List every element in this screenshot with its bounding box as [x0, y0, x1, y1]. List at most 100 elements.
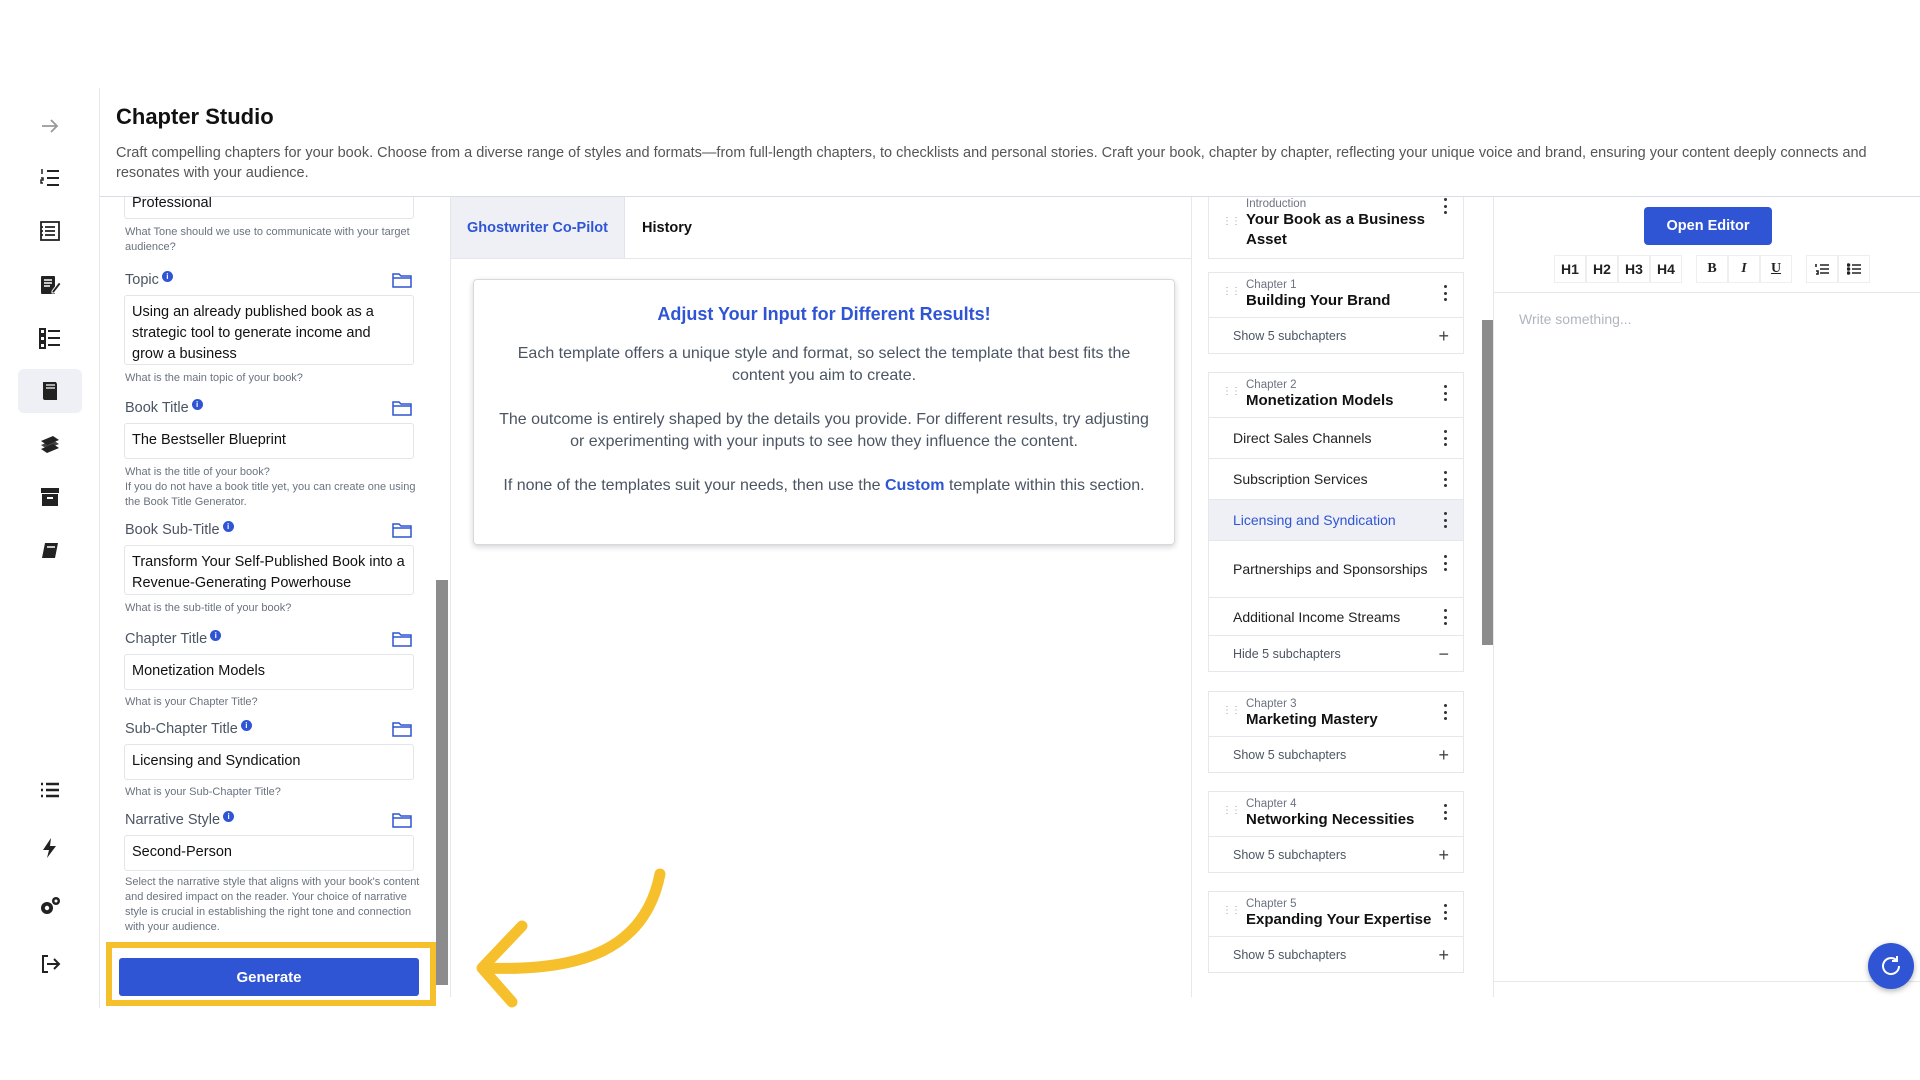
archive-icon[interactable] [18, 475, 82, 519]
more-options-icon[interactable] [1444, 285, 1448, 301]
book-open-icon[interactable] [18, 369, 82, 413]
icon-rail [0, 88, 100, 1008]
drag-handle-icon[interactable]: ⋮⋮ [1222, 217, 1241, 227]
heading1-button[interactable]: H1 [1554, 255, 1586, 283]
drag-handle-icon[interactable]: ⋮⋮ [1222, 387, 1241, 397]
folder-icon[interactable] [392, 721, 412, 737]
folder-icon[interactable] [392, 631, 412, 647]
lightning-icon[interactable] [18, 826, 82, 870]
chapter-title: Building Your Brand [1246, 292, 1391, 309]
info-icon[interactable]: i [191, 398, 203, 410]
folder-icon[interactable] [392, 272, 412, 288]
outline-chapter-4[interactable]: ⋮⋮ Chapter 4 Networking Necessities Show… [1208, 791, 1464, 873]
more-options-icon[interactable] [1444, 198, 1448, 214]
subchapter-item[interactable]: Direct Sales Channels [1209, 417, 1463, 458]
heading4-button[interactable]: H4 [1650, 255, 1682, 283]
chapter-title: Your Book as a Business Asset [1246, 211, 1425, 248]
chapter-title: Marketing Mastery [1246, 711, 1378, 728]
numbered-list-icon[interactable] [18, 156, 82, 200]
drag-handle-icon[interactable]: ⋮⋮ [1222, 906, 1241, 916]
drag-handle-icon[interactable]: ⋮⋮ [1222, 806, 1241, 816]
book-subtitle-label: Book Sub-Title i [125, 520, 234, 538]
editor-panel: Open Editor H1 H2 H3 H4 B I U Write some… [1493, 197, 1920, 997]
underline-button[interactable]: U [1760, 255, 1792, 283]
open-editor-button[interactable]: Open Editor [1644, 207, 1772, 245]
italic-button[interactable]: I [1728, 255, 1760, 283]
outline-chapter-1[interactable]: ⋮⋮ Chapter 1 Building Your Brand Show 5 … [1208, 272, 1464, 354]
folder-icon[interactable] [392, 812, 412, 828]
settings-icon[interactable] [18, 884, 82, 928]
info-card: Adjust Your Input for Different Results!… [473, 279, 1175, 545]
plus-icon: + [1438, 326, 1449, 346]
topic-hint: What is the main topic of your book? [125, 372, 303, 384]
minus-icon: − [1438, 644, 1449, 664]
page-title: Chapter Studio [116, 104, 274, 129]
editor-textarea[interactable]: Write something... [1494, 292, 1920, 982]
chapter-title: Expanding Your Expertise [1246, 911, 1432, 928]
outline-chapter-introduction[interactable]: ⋮⋮ Introduction Your Book as a Business … [1208, 197, 1464, 259]
bullet-list-icon[interactable] [1838, 255, 1870, 283]
books-stack-icon[interactable] [18, 422, 82, 466]
info-icon[interactable]: i [161, 270, 173, 282]
edit-document-icon[interactable] [18, 263, 82, 307]
show-subchapters-toggle[interactable]: Show 5 subchapters + [1209, 936, 1463, 972]
chapter-form: Professional What Tone should we use to … [100, 197, 440, 997]
outline-chapter-2[interactable]: ⋮⋮ Chapter 2 Monetization Models Direct … [1208, 372, 1464, 672]
tab-history[interactable]: History [626, 197, 708, 258]
subchapter-item[interactable]: Subscription Services [1209, 458, 1463, 499]
form-scrollbar[interactable] [436, 580, 448, 985]
chapter-title-field[interactable]: Monetization Models [124, 654, 414, 690]
document-list-icon[interactable] [18, 209, 82, 253]
outline-chapter-5[interactable]: ⋮⋮ Chapter 5 Expanding Your Expertise Sh… [1208, 891, 1464, 973]
tone-field[interactable]: Professional [124, 197, 414, 219]
more-options-icon[interactable] [1444, 904, 1448, 920]
heading2-button[interactable]: H2 [1586, 255, 1618, 283]
tab-ghostwriter-copilot[interactable]: Ghostwriter Co-Pilot [451, 197, 625, 258]
info-icon[interactable]: i [210, 629, 222, 641]
narrative-style-hint: Select the narrative style that aligns w… [125, 876, 420, 933]
subchapter-title-field[interactable]: Licensing and Syndication [124, 744, 414, 780]
topic-label: Topic i [125, 270, 173, 288]
info-icon[interactable]: i [240, 719, 252, 731]
chat-launcher-button[interactable] [1868, 943, 1914, 989]
more-options-icon[interactable] [1444, 512, 1448, 528]
more-options-icon[interactable] [1444, 609, 1448, 625]
show-subchapters-toggle[interactable]: Show 5 subchapters + [1209, 836, 1463, 872]
more-options-icon[interactable] [1444, 471, 1448, 487]
subchapter-item[interactable]: Partnerships and Sponsorships [1209, 540, 1463, 597]
outline-chapter-3[interactable]: ⋮⋮ Chapter 3 Marketing Mastery Show 5 su… [1208, 691, 1464, 773]
checklist-icon[interactable] [18, 316, 82, 360]
more-options-icon[interactable] [1444, 804, 1448, 820]
show-subchapters-toggle[interactable]: Show 5 subchapters + [1209, 317, 1463, 353]
subchapter-item[interactable]: Additional Income Streams [1209, 597, 1463, 635]
info-icon[interactable]: i [222, 520, 234, 532]
book-subtitle-field[interactable]: Transform Your Self-Published Book into … [124, 545, 414, 595]
folder-icon[interactable] [392, 400, 412, 416]
arrow-right-icon[interactable] [18, 104, 82, 148]
bold-button[interactable]: B [1696, 255, 1728, 283]
folder-icon[interactable] [392, 522, 412, 538]
book-icon[interactable] [18, 529, 82, 573]
show-subchapters-toggle[interactable]: Show 5 subchapters + [1209, 736, 1463, 772]
editor-toolbar: H1 H2 H3 H4 B I U [1554, 255, 1870, 283]
more-options-icon[interactable] [1444, 555, 1448, 571]
narrative-style-select[interactable]: Second-Person [124, 835, 414, 871]
book-title-field[interactable]: The Bestseller Blueprint [124, 423, 414, 459]
more-options-icon[interactable] [1444, 385, 1448, 401]
heading3-button[interactable]: H3 [1618, 255, 1650, 283]
more-options-icon[interactable] [1444, 704, 1448, 720]
drag-handle-icon[interactable]: ⋮⋮ [1222, 706, 1241, 716]
info-icon[interactable]: i [223, 810, 235, 822]
ordered-list-icon[interactable] [1806, 255, 1838, 283]
logout-icon[interactable] [18, 942, 82, 986]
chapter-kicker: Chapter 3 [1246, 698, 1297, 710]
menu-list-icon[interactable] [18, 768, 82, 812]
topic-field[interactable]: Using an already published book as a str… [124, 295, 414, 365]
subchapter-item-active[interactable]: Licensing and Syndication [1209, 499, 1463, 540]
custom-template-link[interactable]: Custom [885, 477, 945, 494]
generate-button[interactable]: Generate [119, 958, 419, 996]
chapter-kicker: Chapter 5 [1246, 898, 1297, 910]
hide-subchapters-toggle[interactable]: Hide 5 subchapters − [1209, 635, 1463, 671]
drag-handle-icon[interactable]: ⋮⋮ [1222, 287, 1241, 297]
more-options-icon[interactable] [1444, 430, 1448, 446]
